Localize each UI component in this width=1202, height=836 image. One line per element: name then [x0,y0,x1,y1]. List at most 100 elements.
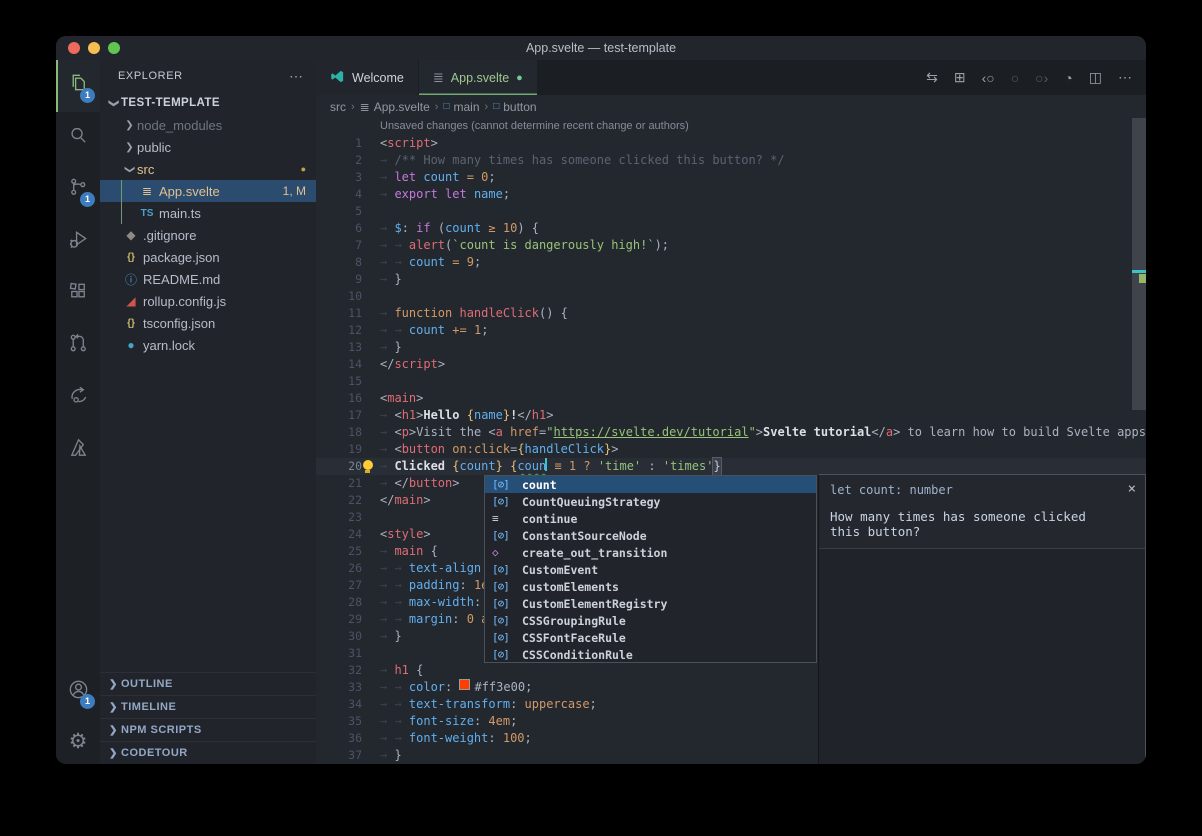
suggest-item-create_out_transition[interactable]: ◇create_out_transition [485,544,816,561]
explorer-badge: 1 [80,88,95,103]
nav-forward-icon[interactable]: ○› [1035,70,1048,86]
chevron-right-icon: ❯ [106,702,121,713]
color-swatch [459,679,470,690]
suggest-item-customelements[interactable]: [⊘]customElements [485,578,816,595]
tree-item-readme-md[interactable]: ⓘREADME.md [100,268,316,290]
modified-dot-icon[interactable]: ● [516,72,523,84]
line-number: 35 [316,713,380,730]
panel-label: OUTLINE [121,678,173,690]
suggest-item-count[interactable]: [⊘]count [485,476,816,493]
editor-actions: ⇆ ⊞ ‹○ ○ ○› ◔ ◫ ⋯ [926,60,1146,95]
extensions-icon [67,280,90,308]
line-number: 15 [316,373,380,390]
panel-codetour[interactable]: ❯CODETOUR [100,741,316,764]
suggest-item-continue[interactable]: ≡continue [485,510,816,527]
tree-item-label: App.svelte [159,184,220,199]
code-line: 18→ <p>Visit the <a href="https://svelte… [316,424,1146,441]
suggest-item-cssconditionrule[interactable]: [⊘]CSSConditionRule [485,646,816,663]
tree-item--gitignore[interactable]: ◆.gitignore [100,224,316,246]
sidebar-item-run-debug[interactable] [56,216,100,268]
tree-item-rollup-config-js[interactable]: ◢rollup.config.js [100,290,316,312]
vscode-logo-icon [330,69,345,87]
sidebar-item-source-control[interactable]: 1 [56,164,100,216]
tree-item-test-template[interactable]: ❯TEST-TEMPLATE [100,92,316,114]
chevron-down-icon: ❯ [108,96,119,111]
tree-item-tsconfig-json[interactable]: {}tsconfig.json [100,312,316,334]
tree-item-label: package.json [143,250,220,265]
code-line: 8→ → count = 9; [316,254,1146,271]
suggest-item-cssgroupingrule[interactable]: [⊘]CSSGroupingRule [485,612,816,629]
tree-item-label: main.ts [159,206,201,221]
tab-welcome[interactable]: Welcome [316,60,419,95]
code-editor[interactable]: Unsaved changes (cannot determine recent… [316,118,1146,764]
github-pr-icon [67,332,90,360]
codelens-unsaved-changes[interactable]: Unsaved changes (cannot determine recent… [316,118,1146,135]
svelte-file-icon: ≣ [433,70,444,86]
suggest-item-customevent[interactable]: [⊘]CustomEvent [485,561,816,578]
breadcrumb-item-src[interactable]: src [330,100,346,114]
tree-item-label: README.md [143,272,220,287]
line-number: 3 [316,169,380,186]
run-file-icon[interactable]: ◔ [1064,70,1072,86]
suggest-docs-description: How many times has someone clicked this … [830,509,1119,539]
tree-item-src[interactable]: ❯src● [100,158,316,180]
line-number: 13 [316,339,380,356]
tree-item-main-ts[interactable]: TSmain.ts [100,202,316,224]
breadcrumb-item-app-svelte[interactable]: ≣App.svelte [360,100,430,114]
sidebar-item-search[interactable] [56,112,100,164]
panel-outline[interactable]: ❯OUTLINE [100,672,316,695]
editor-scrollbar[interactable] [1132,118,1146,764]
azure-icon [67,436,90,464]
file-type-icon: TS [138,208,156,219]
explorer-more-actions-icon[interactable]: ⋯ [289,68,304,85]
tree-item-yarn-lock[interactable]: ●yarn.lock [100,334,316,356]
open-preview-icon[interactable]: ⊞ [954,69,966,86]
suggest-item-constantsourcenode[interactable]: [⊘]ConstantSourceNode [485,527,816,544]
more-actions-icon[interactable]: ⋯ [1118,69,1132,86]
split-editor-icon[interactable]: ◫ [1089,69,1102,86]
tree-item-public[interactable]: ❯public [100,136,316,158]
lightbulb-icon[interactable] [361,460,374,473]
suggest-item-customelementregistry[interactable]: [⊘]CustomElementRegistry [485,595,816,612]
line-number: 21 [316,475,380,492]
panel-npm-scripts[interactable]: ❯NPM SCRIPTS [100,718,316,741]
code-line: 16<main> [316,390,1146,407]
breadcrumb-item-button[interactable]: □button [493,100,536,114]
sidebar-panels: ❯OUTLINE❯TIMELINE❯NPM SCRIPTS❯CODETOUR [100,672,316,764]
tab-app-svelte[interactable]: ≣ App.svelte ● [419,60,537,95]
sidebar-item-extensions[interactable] [56,268,100,320]
tree-item-package-json[interactable]: {}package.json [100,246,316,268]
file-type-icon: ◢ [122,294,140,308]
settings-button[interactable]: ⚙ [56,718,100,764]
symbol-keyword-icon: ≡ [492,512,516,525]
scrollbar-handle[interactable] [1132,118,1146,410]
svelte-file-icon: ≣ [360,100,370,114]
sidebar-item-live-share[interactable] [56,372,100,424]
sidebar-item-azure[interactable] [56,424,100,476]
breadcrumb-separator-icon: › [485,101,489,113]
file-tree: ❯TEST-TEMPLATE❯node_modules❯public❯src●≣… [100,92,316,356]
panel-timeline[interactable]: ❯TIMELINE [100,695,316,718]
code-line: 19→ <button on:click={handleClick}> [316,441,1146,458]
symbol-function-icon: ◇ [492,546,516,559]
breadcrumb-item-main[interactable]: □main [443,100,479,114]
sidebar-item-explorer[interactable]: 1 [56,60,100,112]
window-title: App.svelte — test-template [56,41,1146,55]
tree-item-app-svelte[interactable]: ≣App.svelte1, M [100,180,316,202]
nav-current-icon[interactable]: ○ [1011,70,1019,86]
code-line: 20→ Clicked {count} {coun ≡ 1 ? 'time' :… [316,458,1146,475]
folder-modified-dot: ● [301,164,316,174]
line-number: 7 [316,237,380,254]
tree-item-node-modules[interactable]: ❯node_modules [100,114,316,136]
sidebar-item-github-pr[interactable] [56,320,100,372]
suggest-item-cssfontfacerule[interactable]: [⊘]CSSFontFaceRule [485,629,816,646]
suggest-item-countqueuingstrategy[interactable]: [⊘]CountQueuingStrategy [485,493,816,510]
nav-back-icon[interactable]: ‹○ [982,70,995,86]
line-number: 1 [316,135,380,152]
source-control-compare-icon[interactable]: ⇆ [926,69,938,86]
line-number: 4 [316,186,380,203]
tab-bar: Welcome ≣ App.svelte ● ⇆ ⊞ ‹○ ○ ○› ◔ ◫ ⋯ [316,60,1146,95]
line-number: 14 [316,356,380,373]
account-button[interactable]: 1 [56,666,100,718]
tree-item-label: tsconfig.json [143,316,215,331]
